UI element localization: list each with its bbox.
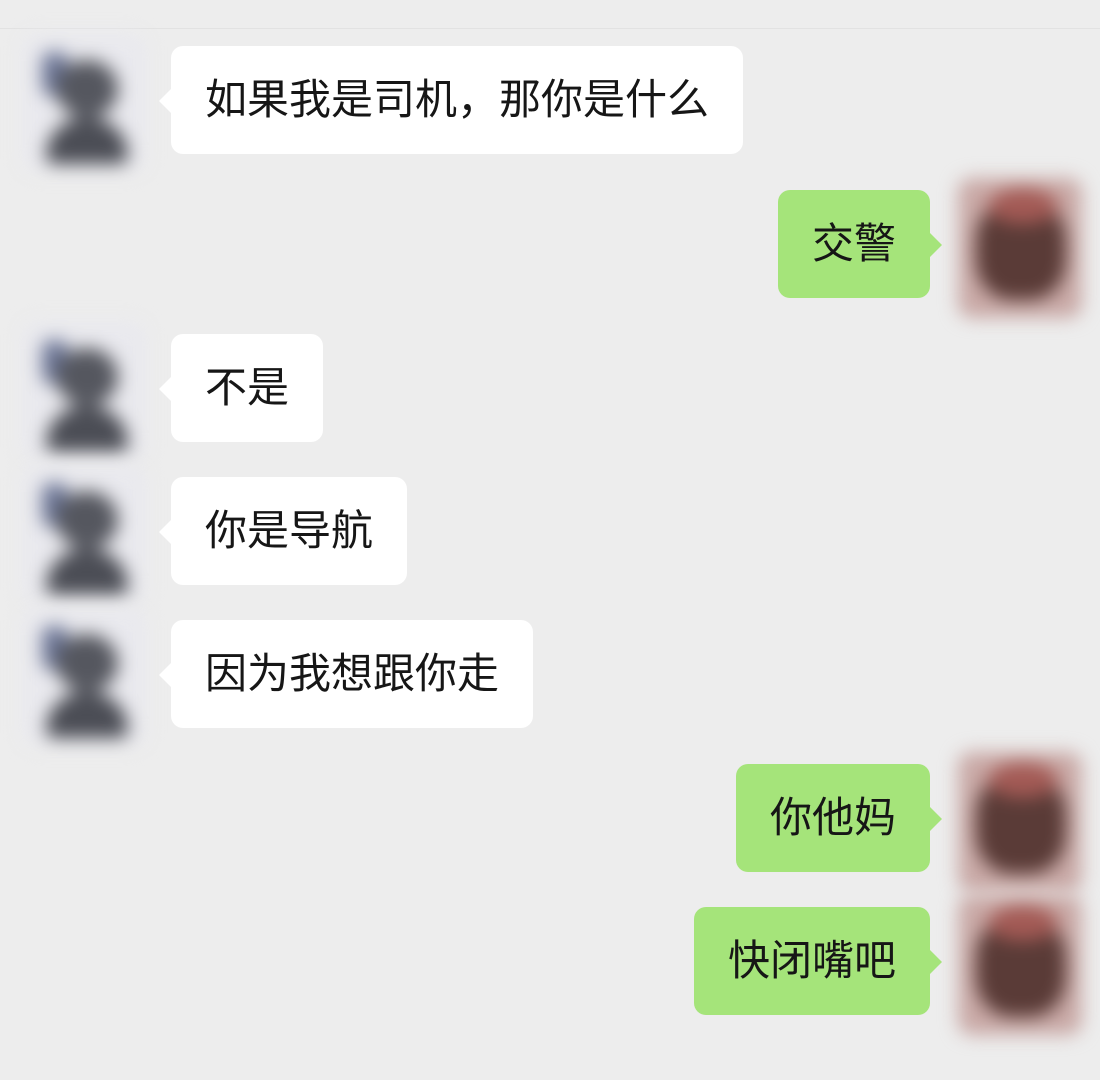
top-divider	[0, 28, 1100, 29]
message-bubble[interactable]: 如果我是司机，那你是什么	[171, 46, 744, 154]
message-row-incoming: 因为我想跟你走	[0, 608, 1100, 746]
message-bubble[interactable]: 交警	[777, 190, 930, 298]
message-bubble[interactable]: 你是导航	[171, 477, 408, 585]
message-bubble[interactable]: 不是	[171, 334, 324, 442]
message-row-incoming: 你是导航	[0, 465, 1100, 603]
bubble-tail	[929, 949, 942, 975]
contact-avatar[interactable]	[22, 465, 146, 603]
message-row-outgoing: 快闭嘴吧	[0, 895, 1100, 1035]
message-row-outgoing: 你他妈	[0, 752, 1100, 892]
my-avatar[interactable]	[958, 178, 1082, 318]
my-avatar[interactable]	[958, 895, 1082, 1035]
bubble-tail	[929, 232, 942, 258]
message-row-incoming: 如果我是司机，那你是什么	[0, 34, 1100, 172]
bubble-tail	[929, 806, 942, 832]
contact-avatar[interactable]	[22, 608, 146, 746]
chat-window: 如果我是司机，那你是什么 交警 不是 你是导航 因为我想跟你走 你他妈 快闭嘴吧	[0, 0, 1100, 1080]
message-bubble[interactable]: 你他妈	[735, 764, 930, 872]
message-bubble[interactable]: 因为我想跟你走	[171, 620, 534, 728]
contact-avatar[interactable]	[22, 34, 146, 172]
message-bubble[interactable]: 快闭嘴吧	[693, 907, 930, 1015]
message-row-outgoing: 交警	[0, 178, 1100, 318]
message-row-incoming: 不是	[0, 322, 1100, 460]
contact-avatar[interactable]	[22, 322, 146, 460]
my-avatar[interactable]	[958, 752, 1082, 892]
